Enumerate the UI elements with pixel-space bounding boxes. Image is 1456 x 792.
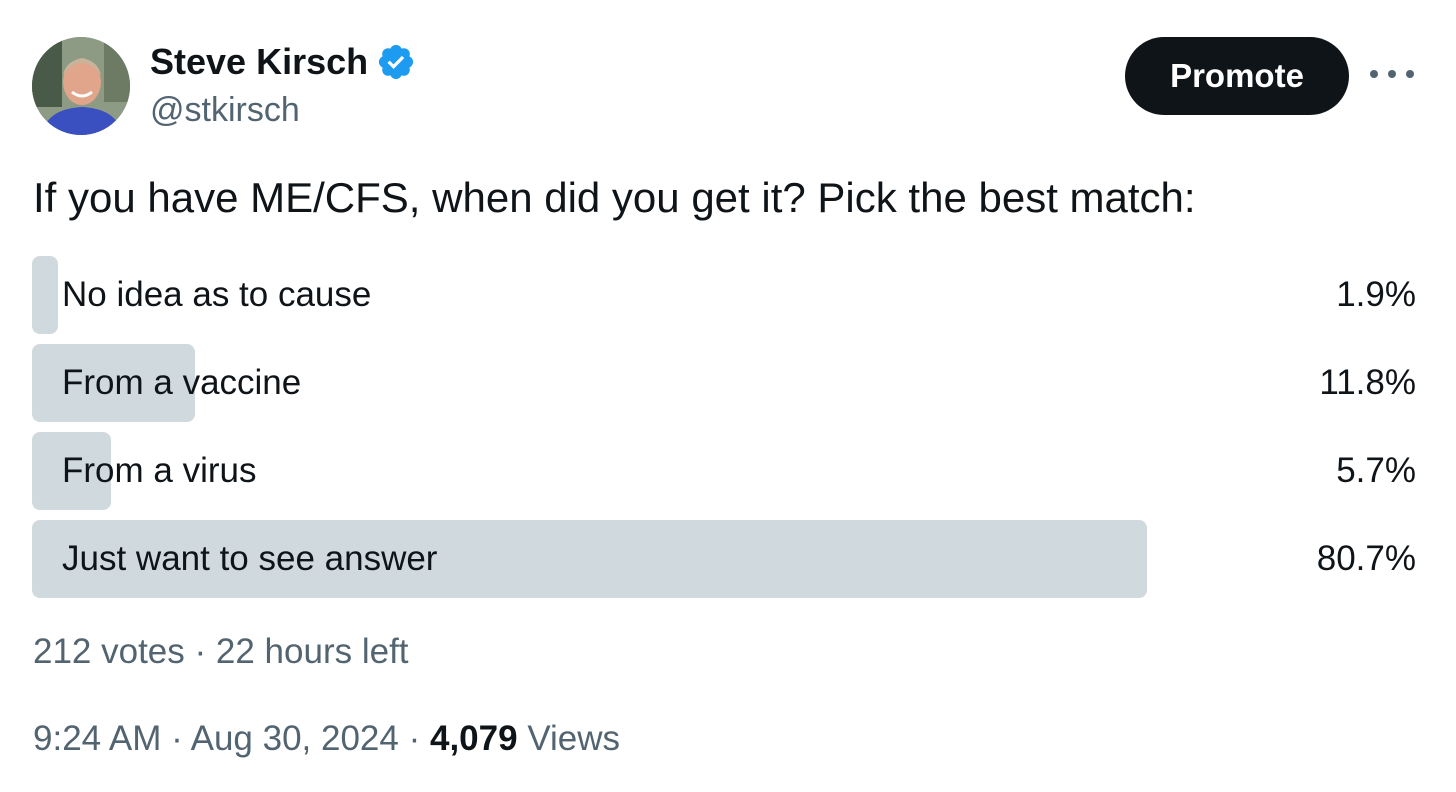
poll-option: From a vaccine 11.8%	[32, 344, 1416, 422]
more-horizontal-icon[interactable]	[1370, 62, 1414, 86]
display-name[interactable]: Steve Kirsch	[150, 40, 368, 84]
poll-option: No idea as to cause 1.9%	[32, 256, 1416, 334]
views-count[interactable]: 4,079	[430, 719, 518, 758]
poll-meta: 212 votes · 22 hours left	[33, 630, 409, 674]
tweet-date[interactable]: Aug 30, 2024	[191, 719, 399, 758]
more-dot	[1406, 70, 1414, 78]
poll-option-percent: 5.7%	[1336, 451, 1416, 490]
poll-option-label: From a vaccine	[62, 363, 302, 402]
views-label[interactable]: Views	[527, 719, 620, 758]
tweet-time[interactable]: 9:24 AM	[33, 719, 161, 758]
tweet-text: If you have ME/CFS, when did you get it?…	[33, 174, 1196, 221]
poll-time-left: 22 hours left	[215, 632, 409, 671]
poll-option-label: From a virus	[62, 451, 257, 490]
tweet-footer: 9:24 AM · Aug 30, 2024 · 4,079 Views	[33, 717, 620, 761]
author-row: Steve Kirsch	[150, 40, 416, 84]
footer-separator: ·	[408, 719, 421, 758]
more-dot	[1388, 70, 1396, 78]
poll-votes: 212 votes	[33, 632, 185, 671]
poll-option-percent: 11.8%	[1319, 363, 1416, 402]
poll-option-label: Just want to see answer	[62, 539, 438, 578]
poll-option-label: No idea as to cause	[62, 275, 372, 314]
poll-option-percent: 1.9%	[1336, 275, 1416, 314]
poll-option: Just want to see answer 80.7%	[32, 520, 1416, 598]
poll: No idea as to cause 1.9% From a vaccine …	[32, 256, 1416, 608]
poll-option-percent: 80.7%	[1316, 539, 1416, 578]
promote-button[interactable]: Promote	[1125, 37, 1349, 115]
tweet-card: Steve Kirsch @stkirsch Promote If you ha…	[0, 0, 1456, 792]
more-dot	[1370, 70, 1378, 78]
avatar[interactable]	[32, 37, 130, 135]
footer-separator: ·	[171, 719, 183, 758]
poll-meta-separator: ·	[194, 632, 207, 671]
handle[interactable]: @stkirsch	[150, 88, 300, 132]
verified-badge-icon	[379, 44, 414, 80]
avatar-photo	[32, 37, 130, 135]
poll-option: From a virus 5.7%	[32, 432, 1416, 510]
